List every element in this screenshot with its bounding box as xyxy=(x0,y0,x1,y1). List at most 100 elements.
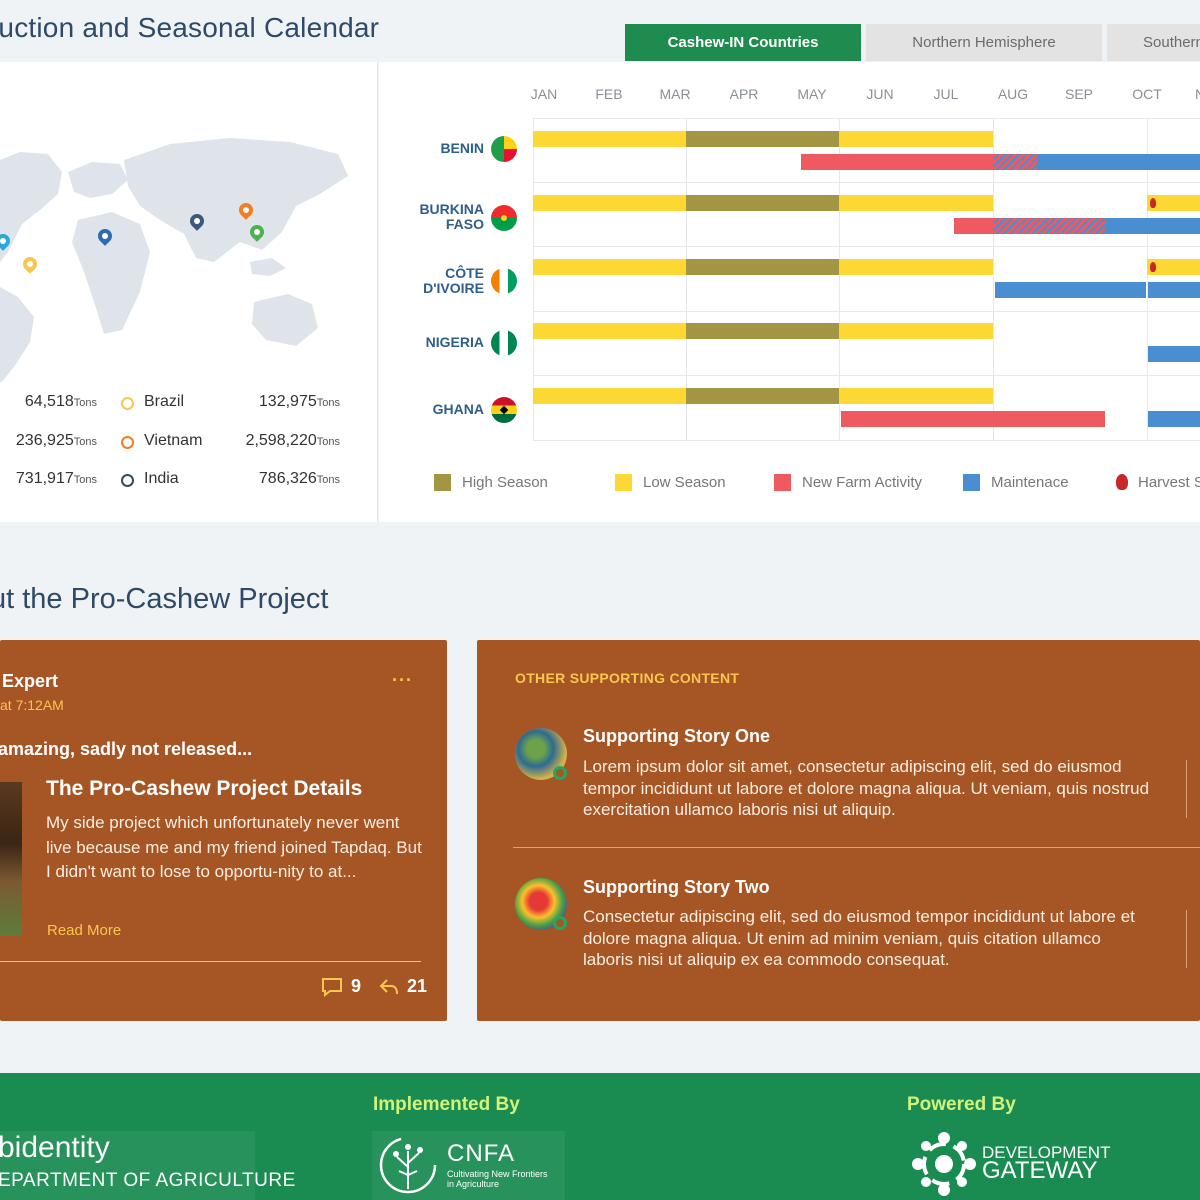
share-count-button[interactable]: 21 xyxy=(379,976,427,997)
calendar-bar-low-season[interactable] xyxy=(533,323,686,339)
ring-icon xyxy=(121,397,134,410)
calendar-bar-maintenance[interactable] xyxy=(995,282,1146,298)
post-author[interactable]: Expert xyxy=(2,671,58,692)
harvest-marker-icon[interactable] xyxy=(1150,262,1156,272)
calendar-bar-low-season[interactable] xyxy=(533,131,686,147)
hemisphere-tabs: Cashew-IN Countries Northern Hemisphere … xyxy=(625,24,1200,61)
page-title: luction and Seasonal Calendar xyxy=(0,12,380,43)
calendar-bar-low-season[interactable] xyxy=(839,195,993,211)
stat-country: Brazil xyxy=(144,393,185,410)
tab-northern-hemisphere[interactable]: Northern Hemisphere xyxy=(866,24,1102,61)
country-label-nigeria: NIGERIA xyxy=(425,334,484,350)
usda-logo-text: bidentity xyxy=(0,1131,110,1164)
month-header: JAN FEB MAR APR MAY JUN JUL AUG SEP OCT … xyxy=(0,86,1200,106)
stat-value: 236,925 xyxy=(15,432,74,449)
month-label: SEP xyxy=(1064,86,1094,102)
story-separator xyxy=(513,847,1200,848)
legend-swatch xyxy=(434,473,451,491)
calendar-bar-maintenance[interactable] xyxy=(1105,218,1200,234)
calendar-bar-high-season[interactable] xyxy=(686,195,839,211)
benin-flag-icon xyxy=(491,136,517,162)
legend-item-high-season[interactable]: High Season xyxy=(434,472,548,492)
calendar-bar-low-season[interactable] xyxy=(839,259,993,275)
calendar-bar-high-season[interactable] xyxy=(686,259,839,275)
story-title[interactable]: Supporting Story Two xyxy=(583,877,770,898)
calendar-bar-new-farm-activity[interactable] xyxy=(841,411,1105,427)
comment-icon xyxy=(322,977,342,997)
usda-logo-subtext: EPARTMENT OF AGRICULTURE xyxy=(0,1170,296,1191)
calendar-bar-low-season[interactable] xyxy=(533,259,686,275)
stat-unit: Tons xyxy=(73,397,97,409)
story-divider xyxy=(1186,910,1187,968)
status-dot-icon xyxy=(553,916,567,930)
cnfa-tagline: Cultivating New Frontiers xyxy=(447,1169,548,1179)
cnfa-name: CNFA xyxy=(447,1140,516,1167)
calendar-bar-low-season[interactable] xyxy=(533,388,686,404)
calendar-bar-maintenance[interactable] xyxy=(1148,282,1200,298)
reply-icon xyxy=(379,978,398,994)
legend-item-new-farm-activity[interactable]: New Farm Activity xyxy=(774,472,922,492)
country-label-burkina-faso: BURKINA FASO xyxy=(419,201,484,232)
country-label-ghana: GHANA xyxy=(432,401,484,417)
supporting-heading: OTHER SUPPORTING CONTENT xyxy=(515,670,740,686)
stat-value: 2,598,220 xyxy=(245,432,317,449)
development-gateway-logo-icon[interactable] xyxy=(909,1129,979,1199)
legend-swatch xyxy=(963,473,980,491)
month-label: OCT xyxy=(1132,86,1162,102)
calendar-bar-overlap[interactable] xyxy=(993,154,1037,170)
legend-item-harvest[interactable]: Harvest S xyxy=(1116,472,1200,492)
month-label: JUN xyxy=(866,86,894,102)
row-separator xyxy=(533,246,1200,247)
stat-value: 132,975 xyxy=(258,393,317,410)
stat-unit: Tons xyxy=(316,474,340,486)
tab-cashew-in-countries[interactable]: Cashew-IN Countries xyxy=(625,24,861,61)
calendar-bar-high-season[interactable] xyxy=(686,131,839,147)
country-label-benin: BENIN xyxy=(440,140,484,156)
calendar-bar-maintenance[interactable] xyxy=(1148,411,1200,427)
post-headline: amazing, sadly not released... xyxy=(0,739,253,759)
legend-swatch xyxy=(615,473,632,491)
nigeria-flag-icon xyxy=(491,330,517,356)
post-card: Expert at 7:12AM ··· amazing, sadly not … xyxy=(0,640,447,1021)
powered-by-label: Powered By xyxy=(907,1094,1016,1115)
read-more-link[interactable]: Read More xyxy=(47,922,121,939)
story-title[interactable]: Supporting Story One xyxy=(583,726,770,747)
stat-value: 786,326 xyxy=(258,470,317,487)
calendar-bar-low-season[interactable] xyxy=(839,323,993,339)
implemented-by-label: Implemented By xyxy=(373,1094,520,1115)
stats-row: 731,917Tons India 786,326Tons xyxy=(0,470,378,500)
post-detail-title[interactable]: The Pro-Cashew Project Details xyxy=(46,777,362,801)
ring-icon xyxy=(121,436,134,449)
month-label: APR xyxy=(729,86,759,102)
comment-count-button[interactable]: 9 xyxy=(321,976,361,997)
share-count: 21 xyxy=(407,976,428,996)
tab-southern-hemisphere[interactable]: Southern xyxy=(1107,24,1200,61)
month-label: N xyxy=(1195,86,1200,102)
calendar-bar-low-season[interactable] xyxy=(839,388,993,404)
stat-unit: Tons xyxy=(73,474,97,486)
stat-country: Vietnam xyxy=(144,432,203,449)
legend-item-maintenance[interactable]: Maintenace xyxy=(963,472,1069,492)
month-label: FEB xyxy=(595,86,623,102)
status-dot-icon xyxy=(553,766,567,780)
row-separator xyxy=(533,182,1200,183)
calendar-bar-new-farm-activity[interactable] xyxy=(954,218,993,234)
row-separator xyxy=(533,118,1200,119)
calendar-bar-high-season[interactable] xyxy=(686,388,839,404)
calendar-bar-overlap[interactable] xyxy=(993,218,1105,234)
row-separator xyxy=(533,311,1200,312)
calendar-bar-maintenance[interactable] xyxy=(1037,154,1200,170)
stat-unit: Tons xyxy=(73,436,97,448)
harvest-marker-icon[interactable] xyxy=(1150,198,1156,208)
calendar-bar-high-season[interactable] xyxy=(686,323,839,339)
calendar-bar-low-season[interactable] xyxy=(533,195,686,211)
legend-item-low-season[interactable]: Low Season xyxy=(615,472,726,492)
calendar-bar-new-farm-activity[interactable] xyxy=(801,154,993,170)
more-options-icon[interactable]: ··· xyxy=(392,670,413,691)
section-title-about: ut the Pro-Cashew Project xyxy=(0,583,329,615)
calendar-bar-low-season[interactable] xyxy=(839,131,993,147)
calendar-bar-maintenance[interactable] xyxy=(1148,346,1200,362)
legend-swatch xyxy=(774,473,791,491)
story-body: Consectetur adipiscing elit, sed do eius… xyxy=(583,907,1135,969)
ring-icon xyxy=(121,474,134,487)
